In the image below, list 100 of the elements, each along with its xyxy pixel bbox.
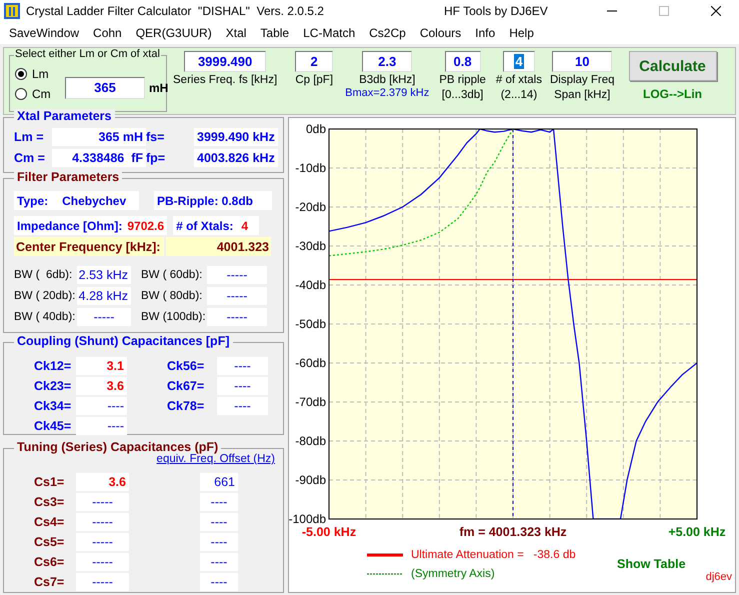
parameter-value: 4003.826 kHz [194, 149, 278, 167]
menu-item[interactable]: QER(G3UUR) [128, 26, 219, 40]
field-label: B3db [kHz] [359, 74, 416, 87]
axis-label: -40db [295, 278, 326, 292]
show-table-link[interactable]: Show Table [617, 557, 706, 571]
bandwidth-label: BW (100db): [141, 311, 207, 323]
radio-option[interactable]: Cm [15, 84, 65, 104]
input-field[interactable]: 4 [502, 51, 535, 72]
capacitance-value: 3.6 [76, 377, 127, 395]
impedance-text: Impedance [Ohm]: 9702.6 [14, 216, 168, 235]
offset-value: ---- [200, 493, 238, 511]
field-label: Series Freq. fs [kHz] [173, 74, 278, 87]
capacitance-value: ---- [217, 397, 268, 415]
capacitor-label: Ck67= [167, 379, 206, 393]
menu-item[interactable]: Colours [412, 26, 468, 40]
field-label: Cp [pF] [295, 74, 334, 87]
group-title: Coupling (Shunt) Capacitances [pF] [14, 334, 232, 348]
center-frequency-label: fm = 4001.323 kHz [459, 525, 567, 539]
capacitor-label: Cs6= [34, 555, 66, 569]
app-icon [4, 3, 20, 19]
capacitance-value: ---- [217, 377, 268, 395]
axis-label: -50db [295, 317, 326, 331]
unit-label: mH [149, 80, 168, 94]
menu-item[interactable]: Xtal [218, 26, 254, 40]
offset-value: ---- [200, 553, 238, 571]
ripple-text: PB-Ripple: 0.8db [154, 191, 272, 210]
axis-label: -70db [295, 395, 326, 409]
axis-label: +5.00 kHz [668, 525, 726, 539]
legend-text: (Symmetry Axis) [411, 568, 495, 580]
bandwidth-value: ----- [207, 266, 267, 284]
close-icon[interactable] [711, 6, 721, 16]
menu-item[interactable]: Cohn [86, 26, 129, 40]
bandwidth-value: ----- [207, 308, 267, 326]
capacitance-value: ----- [76, 553, 129, 571]
axis-label: -80db [295, 434, 326, 448]
bandwidth-value: ----- [77, 308, 131, 326]
field-label: Display Freq [550, 74, 615, 87]
field-label: (2...14) [500, 89, 538, 102]
capacitor-label: Cs7= [34, 575, 66, 589]
capacitance-value: ----- [76, 533, 129, 551]
capacitor-label: Ck34= [34, 399, 72, 413]
group-title: Filter Parameters [14, 170, 122, 184]
capacitance-value: 3.1 [76, 357, 127, 375]
capacitor-label: Cs1= [34, 475, 66, 489]
menu-item[interactable]: LC-Match [296, 26, 362, 40]
capacitor-label: Ck12= [34, 359, 72, 373]
center-frequency-value: 4001.323 [166, 237, 271, 256]
menu-item[interactable]: SaveWindow [2, 26, 86, 40]
field-label: PB ripple [439, 74, 486, 87]
input-field[interactable]: 2.3 [362, 51, 412, 72]
window-title: Crystal Ladder Filter Calculator "DISHAL" Vers. 2.0.5.2 [26, 4, 324, 18]
capacitor-label: Cs4= [34, 515, 66, 529]
capacitor-label: Ck56= [167, 359, 206, 373]
field-label: Span [kHz] [554, 89, 610, 102]
legend-text: Ultimate Attenuation = -38.6 db [411, 548, 576, 560]
capacitor-label: Ck78= [167, 399, 206, 413]
calculate-button[interactable]: Calculate [628, 51, 717, 81]
parameter-label: Cm = [14, 151, 46, 165]
field-label: # of xtals [496, 74, 542, 87]
scale-toggle-link[interactable]: LOG-->Lin [643, 87, 702, 101]
axis-label: 0db [306, 122, 326, 136]
input-field[interactable]: 365 [65, 76, 145, 98]
capacitor-label: Cs5= [34, 535, 66, 549]
group-title: Xtal Parameters [14, 109, 115, 123]
capacitance-value: ---- [76, 417, 127, 435]
capacitor-label: Ck23= [34, 379, 72, 393]
bandwidth-value: 2.53 kHz [77, 266, 131, 284]
parameter-label: Lm = [14, 130, 45, 144]
offset-value: ---- [200, 513, 238, 531]
capacitance-value: ---- [217, 357, 268, 375]
group-legend: Select either Lm or Cm of xtal [14, 48, 161, 60]
offset-link[interactable]: equiv. Freq. Offset (Hz) [14, 453, 275, 465]
bandwidth-label: BW ( 40db): [14, 311, 76, 323]
axis-label: -10db [295, 161, 326, 175]
axis-label: -100db [289, 512, 326, 526]
input-field[interactable]: 10 [552, 51, 612, 72]
input-field[interactable]: 2 [295, 51, 334, 72]
offset-value: 661 [200, 473, 238, 491]
bandwidth-label: BW ( 20db): [14, 290, 76, 302]
menu-item[interactable]: Help [502, 26, 541, 40]
axis-label: -90db [295, 473, 326, 487]
bandwidth-note: Bmax=2.379 kHz [345, 87, 430, 99]
menu-item[interactable]: Info [468, 26, 502, 40]
capacitor-label: Ck45= [34, 419, 72, 433]
signature-text: dj6ev [706, 571, 732, 583]
capacitance-value: 3.6 [76, 473, 129, 491]
menu-item[interactable]: Table [253, 26, 296, 40]
capacitance-value: ----- [76, 513, 129, 531]
window-subtitle: HF Tools by DJ6EV [444, 4, 549, 18]
input-field[interactable]: 3999.490 [184, 51, 266, 72]
parameter-label: fs= [146, 130, 166, 144]
filter-type-text: Type: Chebychev [14, 191, 139, 210]
menu-item[interactable]: Cs2Cp [362, 26, 413, 40]
radio-option[interactable]: Lm [15, 64, 65, 84]
capacitance-value: ---- [76, 397, 127, 415]
bandwidth-label: BW ( 80db): [141, 290, 204, 302]
offset-value: ---- [200, 533, 238, 551]
parameter-value: 4.338486 fF [52, 149, 146, 167]
input-field[interactable]: 0.8 [444, 51, 481, 72]
axis-label: -5.00 kHz [302, 525, 356, 539]
